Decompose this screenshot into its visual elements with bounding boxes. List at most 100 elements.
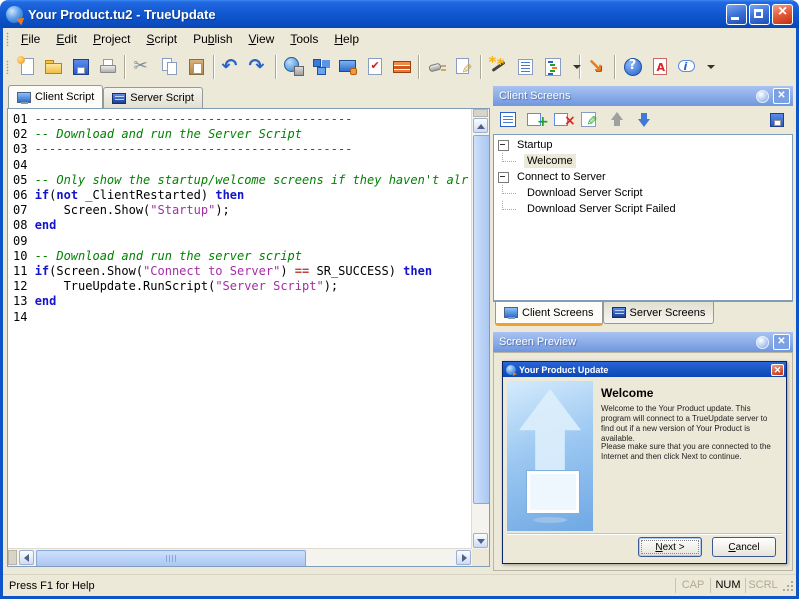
- toolbar-undo-button[interactable]: [218, 54, 245, 81]
- collapse-icon[interactable]: [498, 139, 509, 151]
- tab-server-script[interactable]: Server Script: [103, 87, 203, 108]
- toolbar-checklist-button[interactable]: [361, 54, 388, 81]
- menu-script[interactable]: Script: [138, 30, 185, 48]
- toolbar-toolbar-overflow-button[interactable]: [700, 54, 715, 81]
- scroll-right-button[interactable]: [456, 550, 471, 565]
- toolbar-info-button[interactable]: [673, 54, 700, 81]
- monitor-base-graphic: [533, 517, 567, 523]
- toolbar-print-button[interactable]: [94, 54, 121, 81]
- tree-node-connect-to-server[interactable]: Connect to Server: [494, 169, 792, 185]
- tree-node-label: Startup: [517, 139, 553, 151]
- tree-node-welcome[interactable]: Welcome: [494, 153, 792, 169]
- tree-node-download-server-script[interactable]: Download Server Script: [494, 185, 792, 201]
- resize-grip[interactable]: [781, 579, 795, 593]
- code-token: "Connect to Server": [143, 264, 281, 279]
- preview-options-icon[interactable]: [756, 335, 769, 349]
- toolbar-cut-button[interactable]: [129, 54, 156, 81]
- wizard-paragraph-1: Welcome to the Your Product update. This…: [601, 404, 768, 443]
- code-token: Screen.Show(: [34, 203, 151, 218]
- client-screens-tree[interactable]: Startup Welcome Connect to Server Download …: [493, 134, 793, 301]
- redo-icon: [248, 55, 270, 78]
- save-screens-button[interactable]: [765, 108, 789, 132]
- collapse-icon[interactable]: [498, 171, 509, 183]
- next-button[interactable]: Next >: [638, 537, 702, 557]
- edit-screen-button[interactable]: [578, 108, 602, 132]
- toolbar-edit-script-button[interactable]: [450, 54, 477, 81]
- splitter-box-vertical[interactable]: [473, 109, 488, 117]
- tab-server-screens[interactable]: Server Screens: [602, 302, 715, 324]
- publish-icon: [587, 55, 609, 78]
- script-editor[interactable]: 01 -------------------------------------…: [7, 108, 490, 567]
- move-up-button[interactable]: [605, 108, 629, 132]
- code-token: then: [215, 188, 245, 203]
- toolbar-grip[interactable]: [6, 60, 9, 74]
- toolbar-screen-designer-button[interactable]: [334, 54, 361, 81]
- toolbar-help-button[interactable]: [619, 54, 646, 81]
- toolbar-save-button[interactable]: [67, 54, 94, 81]
- scroll-left-button[interactable]: [19, 550, 34, 565]
- client-screens-close-icon[interactable]: ✕: [773, 88, 790, 104]
- scroll-up-button[interactable]: [473, 118, 488, 133]
- line-number: 06: [13, 188, 35, 203]
- menu-grip[interactable]: [6, 32, 9, 46]
- toolbar-redo-button[interactable]: [245, 54, 272, 81]
- preview-dialog: Your Product Update ✕ Welcome Welcome to…: [502, 361, 787, 564]
- menu-tools[interactable]: Tools: [282, 30, 326, 48]
- menu-view[interactable]: View: [241, 30, 283, 48]
- cancel-button[interactable]: Cancel: [712, 537, 776, 557]
- tab-label: Server Screens: [629, 306, 706, 319]
- outline-icon: [542, 56, 564, 78]
- indicator-scrl: SCRL: [745, 578, 780, 593]
- code-token: if: [34, 188, 50, 203]
- toolbar-blocks-button[interactable]: [307, 54, 334, 81]
- maximize-button[interactable]: [749, 3, 770, 25]
- minimize-button[interactable]: [726, 3, 747, 25]
- menu-file[interactable]: File: [13, 30, 48, 48]
- app-icon: [6, 5, 23, 23]
- toolbar-plugin-button[interactable]: [423, 54, 450, 81]
- tree-node-download-server-script-failed[interactable]: Download Server Script Failed: [494, 201, 792, 217]
- tree-node-startup[interactable]: Startup: [494, 137, 792, 153]
- toolbar-globe-server-button[interactable]: [280, 54, 307, 81]
- tab-client-script[interactable]: Client Script: [8, 85, 104, 108]
- code-line: 11 if(Screen.Show("Connect to Server") =…: [13, 264, 472, 279]
- add-screen-button[interactable]: [524, 108, 549, 132]
- toolbar-paste-button[interactable]: [183, 54, 210, 81]
- code-area[interactable]: 01 -------------------------------------…: [8, 109, 472, 549]
- window-title: Your Product.tu2 - TrueUpdate: [28, 6, 216, 22]
- remove-screen-button[interactable]: [551, 108, 576, 132]
- toolbar-outline-button[interactable]: [539, 54, 566, 81]
- toolbar-wizard-button[interactable]: [485, 53, 512, 81]
- menu-publish[interactable]: Publish: [185, 30, 240, 48]
- menu-project[interactable]: Project: [85, 30, 138, 48]
- preview-dialog-close-icon[interactable]: ✕: [771, 363, 784, 376]
- toolbar-publish-button[interactable]: [584, 54, 611, 81]
- vertical-scrollbar[interactable]: [471, 109, 489, 549]
- scroll-down-button[interactable]: [473, 533, 488, 548]
- panel-options-icon[interactable]: [756, 89, 769, 103]
- horizontal-scroll-thumb[interactable]: [36, 550, 306, 566]
- menu-help[interactable]: Help: [326, 30, 367, 48]
- tab-client-screens[interactable]: Client Screens: [495, 302, 603, 326]
- toolbar-script-list-button[interactable]: [512, 54, 539, 81]
- tree-node-label: Connect to Server: [517, 171, 606, 183]
- horizontal-scrollbar[interactable]: [8, 548, 472, 566]
- toolbar-outline-dropdown-button[interactable]: [566, 54, 581, 81]
- close-button[interactable]: [772, 3, 793, 25]
- screen-preview-close-icon[interactable]: ✕: [773, 334, 790, 350]
- move-down-button[interactable]: [632, 108, 656, 132]
- toolbar-new-button[interactable]: [13, 54, 40, 81]
- script-list-icon: [515, 56, 537, 78]
- toolbar-open-button[interactable]: [40, 54, 67, 81]
- menu-edit[interactable]: Edit: [48, 30, 85, 48]
- toolbar-build-bricks-button[interactable]: [388, 54, 415, 81]
- vertical-scroll-thumb[interactable]: [473, 135, 489, 504]
- code-token: -- Download and run the Server Script: [34, 127, 302, 142]
- screens-list-button[interactable]: [497, 108, 521, 132]
- splitter-box-horizontal[interactable]: [8, 550, 17, 565]
- toolbar-copy-button[interactable]: [156, 54, 183, 81]
- code-token: -- Download and run the server script: [34, 248, 302, 263]
- title-bar[interactable]: Your Product.tu2 - TrueUpdate: [0, 0, 799, 28]
- code-line: 14: [13, 310, 472, 325]
- toolbar-pdf-button[interactable]: [646, 54, 673, 81]
